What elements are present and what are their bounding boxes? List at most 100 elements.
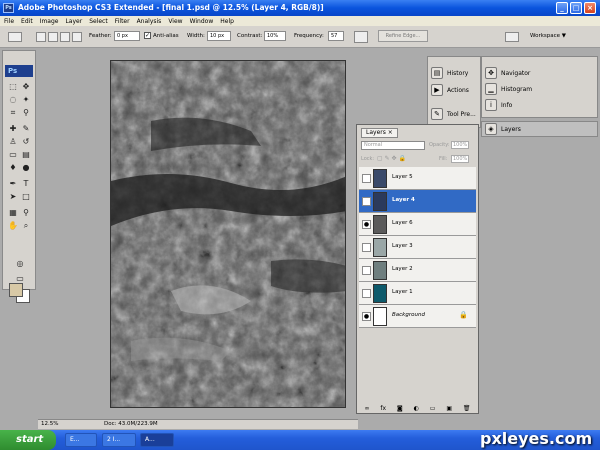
lock-label: Lock: [361,156,375,162]
history-brush-tool-icon[interactable]: ↺ [20,136,32,147]
layers-panel-button[interactable]: ◈ Layers [481,121,598,137]
close-button[interactable]: × [584,2,596,14]
taskbar-item-photoshop[interactable]: A... [140,433,174,447]
gradient-tool-icon[interactable]: ▤ [20,149,32,160]
new-selection-icon[interactable] [36,32,46,42]
width-input[interactable]: 10 px [207,31,231,41]
menu-file[interactable]: File [4,18,14,25]
crop-tool-icon[interactable]: ⌗ [7,107,19,118]
visibility-eye-icon[interactable] [362,266,371,275]
lasso-tool-preset-icon[interactable] [8,32,22,42]
contrast-input[interactable]: 10% [264,31,286,41]
new-group-icon[interactable]: ▭ [430,405,436,412]
quick-mask-icon[interactable]: ◎ [14,258,26,269]
lock-icons[interactable]: ▢ ✎ ✥ 🔒 [377,155,406,162]
eyedropper-sample-tool-icon[interactable]: ⚲ [20,207,32,218]
layer-style-icon[interactable]: fx [380,405,386,412]
layer-row[interactable]: ● Layer 6 [359,213,476,236]
type-tool-icon[interactable]: T [20,178,32,189]
layer-row[interactable]: Layer 4 [359,190,476,213]
blur-tool-icon[interactable]: ♦ [7,162,19,173]
visibility-eye-icon[interactable] [362,289,371,298]
fill-input[interactable]: 100% [451,155,469,163]
intersect-selection-icon[interactable] [72,32,82,42]
photoshop-logo: Ps [5,65,33,77]
visibility-eye-icon[interactable] [362,197,371,206]
refine-edge-button[interactable]: Refine Edge... [378,30,428,42]
link-layers-icon[interactable]: ∞ [364,405,369,412]
antialias-checkbox[interactable]: ✓ [144,32,151,39]
document-canvas[interactable] [110,60,346,408]
layer-name: Layer 3 [392,243,413,249]
menu-edit[interactable]: Edit [21,18,33,25]
layer-row[interactable]: ● Background 🔒 [359,305,476,328]
workspace-icon [505,32,519,42]
visibility-eye-icon[interactable] [362,174,371,183]
taskbar-item-explorer[interactable]: 2 I... [102,433,136,447]
adjustment-layer-icon[interactable]: ◐ [414,405,419,412]
frequency-input[interactable]: 57 [328,31,344,41]
tool-presets-icon: ✎ [431,108,443,120]
layers-tab[interactable]: Layers × [361,128,398,138]
layer-mask-icon[interactable]: ◙ [397,405,403,412]
menu-view[interactable]: View [168,18,182,25]
menu-select[interactable]: Select [89,18,108,25]
zoom-level[interactable]: 12.5% [41,420,58,429]
feather-input[interactable]: 0 px [114,31,140,41]
blend-mode-select[interactable]: Normal [361,141,425,150]
layer-name: Layer 4 [392,197,415,203]
layer-row[interactable]: Layer 2 [359,259,476,282]
eyedropper-tool-icon[interactable]: ⚲ [20,107,32,118]
move-tool-icon[interactable]: ✥ [20,81,32,92]
visibility-eye-icon[interactable]: ● [362,220,371,229]
eraser-tool-icon[interactable]: ▭ [7,149,19,160]
lasso-tool-icon[interactable]: ◌ [7,94,19,105]
menu-analysis[interactable]: Analysis [137,18,162,25]
opacity-input[interactable]: 100% [451,141,469,149]
magic-wand-tool-icon[interactable]: ✦ [20,94,32,105]
zoom-tool-icon[interactable]: ⌕ [20,220,32,231]
minimize-button[interactable]: _ [556,2,568,14]
layer-thumbnail [373,169,387,188]
histogram-panel-button[interactable]: ▁ Histogram [485,83,532,95]
menu-help[interactable]: Help [220,18,234,25]
add-to-selection-icon[interactable] [48,32,58,42]
tablet-pressure-icon[interactable] [354,31,368,43]
delete-layer-icon[interactable]: 🗑 [463,405,471,412]
layer-name: Layer 6 [392,220,413,226]
layer-row[interactable]: Layer 3 [359,236,476,259]
info-panel-button[interactable]: i Info [485,99,512,111]
photoshop-app-icon: Ps [3,3,14,13]
dodge-tool-icon[interactable]: ● [20,162,32,173]
layer-row[interactable]: Layer 1 [359,282,476,305]
marquee-tool-icon[interactable]: ⬚ [7,81,19,92]
notes-tool-icon[interactable]: ▦ [7,207,19,218]
healing-brush-tool-icon[interactable]: ✚ [7,123,19,134]
menu-window[interactable]: Window [190,18,214,25]
path-selection-tool-icon[interactable]: ➤ [7,191,19,202]
foreground-color-swatch[interactable] [9,283,23,297]
layer-row[interactable]: Layer 5 [359,167,476,190]
new-layer-icon[interactable]: ▣ [446,405,452,412]
brush-tool-icon[interactable]: ✎ [20,123,32,134]
history-panel-button[interactable]: ▤ History [431,67,468,79]
menu-layer[interactable]: Layer [65,18,82,25]
dock-column-right: ✥ Navigator ▁ Histogram i Info [481,56,598,118]
hand-tool-icon[interactable]: ✋ [7,220,19,231]
actions-panel-button[interactable]: ▶ Actions [431,84,469,96]
maximize-button[interactable]: □ [570,2,582,14]
workspace-menu[interactable]: Workspace ▼ [530,33,566,39]
visibility-eye-icon[interactable] [362,243,371,252]
subtract-from-selection-icon[interactable] [60,32,70,42]
menu-filter[interactable]: Filter [115,18,130,25]
navigator-panel-button[interactable]: ✥ Navigator [485,67,530,79]
menu-image[interactable]: Image [40,18,59,25]
clone-stamp-tool-icon[interactable]: ♙ [7,136,19,147]
screen-mode-icon[interactable]: ▭ [14,273,26,284]
taskbar-item-browser[interactable]: E... [65,433,97,447]
pen-tool-icon[interactable]: ✒ [7,178,19,189]
start-button[interactable]: start [0,430,56,450]
tool-presets-panel-button[interactable]: ✎ Tool Pre... [431,108,476,120]
visibility-eye-icon[interactable]: ● [362,312,371,321]
shape-tool-icon[interactable]: □ [20,191,32,202]
